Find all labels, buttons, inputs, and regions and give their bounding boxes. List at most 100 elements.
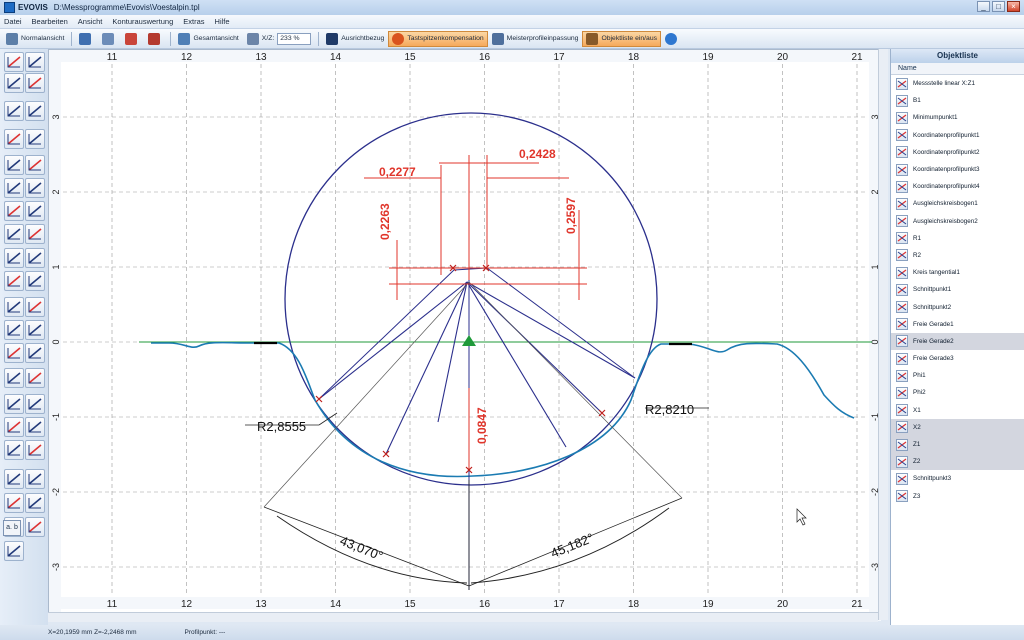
object-list-item[interactable]: X2 xyxy=(891,418,1024,436)
angle-label-left: 43,070° xyxy=(338,533,385,564)
menu-ansicht[interactable]: Ansicht xyxy=(78,17,103,26)
object-list-item[interactable]: Z1 xyxy=(891,435,1024,454)
line-tool-button[interactable] xyxy=(4,320,24,340)
tangent-tool-button[interactable] xyxy=(4,394,24,414)
arc-low-tool-button[interactable] xyxy=(4,469,24,489)
object-list-item[interactable]: Phi1 xyxy=(891,367,1024,384)
cross-small-tool-button[interactable] xyxy=(4,440,24,460)
menu-bearbeiten[interactable]: Bearbeiten xyxy=(32,17,68,26)
x-axis-tool-button[interactable] xyxy=(4,52,24,72)
object-list-item[interactable]: Schnittpunkt1 xyxy=(891,281,1024,298)
arc-min-tool-button[interactable] xyxy=(25,248,45,268)
x-tick-label-bottom: 21 xyxy=(851,599,863,610)
objektliste-toggle-button[interactable]: Objektliste ein/aus xyxy=(582,30,662,47)
rectangle-tool-button[interactable] xyxy=(4,297,24,317)
object-list-item[interactable]: R2 xyxy=(891,247,1024,264)
object-list-item[interactable]: B1 xyxy=(891,92,1024,109)
reference-point-tool-button[interactable] xyxy=(4,73,24,93)
object-list-item[interactable]: Z3 xyxy=(891,488,1024,505)
zoom-select[interactable]: 233 % xyxy=(277,32,312,45)
help-button[interactable] xyxy=(661,31,684,47)
cross-point-tool-button[interactable] xyxy=(4,368,24,388)
tangent2-tool-button[interactable] xyxy=(25,394,45,414)
label-toggle-button[interactable]: a. b xyxy=(3,520,21,536)
object-list-item[interactable]: Koordinatenprofilpunkt4 xyxy=(891,178,1024,195)
minimize-button[interactable]: _ xyxy=(977,1,990,12)
horizontal-scrollbar[interactable] xyxy=(48,612,878,622)
delete-button[interactable] xyxy=(121,31,144,47)
text-point-tool-button[interactable] xyxy=(25,73,45,93)
arc-dual-tool-button[interactable] xyxy=(4,493,24,513)
cross-tool-button[interactable] xyxy=(25,368,45,388)
close-button[interactable]: × xyxy=(1007,1,1020,12)
delete-all-button[interactable] xyxy=(144,31,167,47)
object-list-item[interactable]: Ausgleichskreisbogen1 xyxy=(891,195,1024,212)
chamfer-tool-button[interactable] xyxy=(25,201,45,221)
menu-hilfe[interactable]: Hilfe xyxy=(215,17,230,26)
object-list-item[interactable]: Minimumpunkt1 xyxy=(891,109,1024,126)
arc-tool-button[interactable] xyxy=(4,201,24,221)
intersect-tool-button[interactable] xyxy=(25,320,45,340)
horizontal-line-tool-button[interactable] xyxy=(25,155,45,175)
app-logo-icon xyxy=(4,2,15,13)
tastspitzen-button[interactable]: Tastspitzenkompensation xyxy=(388,30,488,47)
multi-cross-tool-button[interactable] xyxy=(4,417,24,437)
profile-tool-button[interactable] xyxy=(4,271,24,291)
arc-twin-tool-button[interactable] xyxy=(25,493,45,513)
object-list-item[interactable]: R1 xyxy=(891,230,1024,247)
object-list-item[interactable]: Koordinatenprofilpunkt3 xyxy=(891,161,1024,178)
object-list-item[interactable]: Messstelle linear X:Z1 xyxy=(891,75,1024,92)
angle-line-tool-button[interactable] xyxy=(4,129,24,149)
dim-label-0-0847: 0,0847 xyxy=(475,407,489,444)
arc-high-tool-button[interactable] xyxy=(25,469,45,489)
object-list-item-label: Schnittpunkt3 xyxy=(913,475,952,483)
z-tick-label-left: 2 xyxy=(51,189,61,194)
object-list-item[interactable]: Z2 xyxy=(891,453,1024,471)
circle-tool-button[interactable] xyxy=(4,178,24,198)
close-circle-tool-button[interactable] xyxy=(4,541,24,561)
x-distance-tool-button[interactable] xyxy=(4,101,24,121)
cross-mark-tool-button[interactable] xyxy=(25,417,45,437)
object-list-item[interactable]: X1 xyxy=(891,402,1024,419)
object-list-item[interactable]: Schnittpunkt2 xyxy=(891,298,1024,315)
ring-tool-button[interactable] xyxy=(4,343,24,363)
meisterprofil-button[interactable]: Meisterprofileinpassung xyxy=(488,31,583,47)
normalansicht-button[interactable]: Normalansicht xyxy=(2,31,68,47)
wave-tool-button[interactable] xyxy=(4,224,24,244)
object-list-item[interactable]: Freie Gerade1 xyxy=(891,316,1024,333)
z-tick-label-left: -2 xyxy=(51,488,61,496)
object-list-item[interactable]: Koordinatenprofilpunkt2 xyxy=(891,144,1024,161)
radius-tool-button[interactable] xyxy=(4,155,24,175)
profile-fit-tool-button[interactable] xyxy=(25,271,45,291)
object-list-item[interactable]: Freie Gerade2 xyxy=(891,332,1024,350)
line-icon xyxy=(896,335,908,348)
menu-datei[interactable]: Datei xyxy=(4,17,22,26)
select-tool-button[interactable] xyxy=(75,31,98,47)
circle-x-tool-button[interactable] xyxy=(25,517,45,537)
z-distance-tool-button[interactable] xyxy=(25,101,45,121)
object-list-item[interactable]: Ausgleichskreisbogen2 xyxy=(891,213,1024,230)
arc-max-tool-button[interactable] xyxy=(4,248,24,268)
parallel-tool-button[interactable] xyxy=(25,178,45,198)
object-list-item[interactable]: Schnittpunkt3 xyxy=(891,470,1024,487)
object-list-column-header[interactable]: Name xyxy=(891,63,1024,75)
vertical-scrollbar[interactable] xyxy=(878,49,888,620)
gesamtansicht-button[interactable]: Gesamtansicht xyxy=(174,31,242,47)
x-tool-button[interactable] xyxy=(25,440,45,460)
object-list-item[interactable]: Koordinatenprofilpunkt1 xyxy=(891,127,1024,144)
ausrichtbezug-button[interactable]: Ausrichtbezug xyxy=(322,31,388,47)
object-list-item[interactable]: Freie Gerade3 xyxy=(891,350,1024,367)
chamfer-tool-icon xyxy=(28,205,42,217)
drawing-canvas[interactable]: 11 11 12 12 13 13 14 14 15 15 16 16 17 17 18 18 19 19 20 20… xyxy=(48,49,881,621)
menu-konturauswertung[interactable]: Konturauswertung xyxy=(112,17,173,26)
angle-tool-button[interactable] xyxy=(25,129,45,149)
copy-button[interactable] xyxy=(98,31,121,47)
maximize-button[interactable]: □ xyxy=(992,1,1005,12)
xz-axis-tool-button[interactable] xyxy=(25,52,45,72)
slash-tool-button[interactable] xyxy=(25,343,45,363)
object-list-item[interactable]: Kreis tangential1 xyxy=(891,264,1024,281)
menu-extras[interactable]: Extras xyxy=(183,17,204,26)
object-list-item[interactable]: Phi2 xyxy=(891,384,1024,401)
fit-circle-tool-button[interactable] xyxy=(25,224,45,244)
diagonal-tool-button[interactable] xyxy=(25,297,45,317)
